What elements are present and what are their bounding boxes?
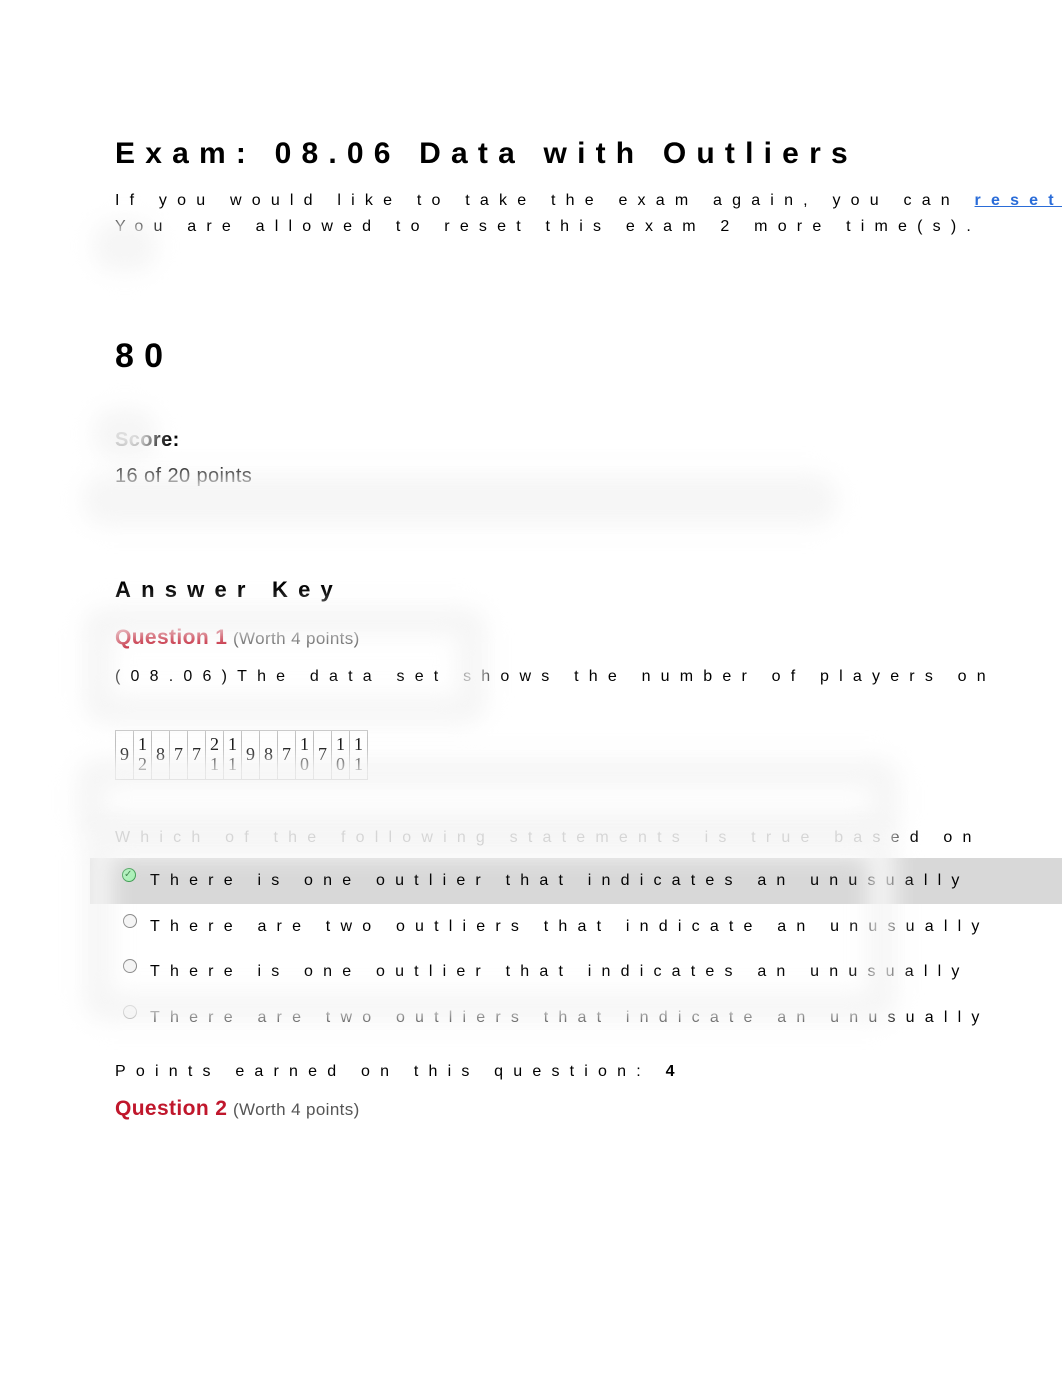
points-value: 4: [666, 1063, 685, 1080]
data-cell: 11: [224, 730, 242, 779]
question-1-which: Which of the following statements is tru…: [115, 825, 1062, 851]
answer-option[interactable]: There are two outliers that indicate an …: [115, 904, 1062, 950]
data-cell: 9: [116, 730, 134, 779]
data-cell: 11: [350, 730, 368, 779]
radio-icon: [123, 959, 137, 973]
score-points: 16 of 20 points: [115, 460, 1062, 492]
data-cell: 12: [134, 730, 152, 779]
score-percent: 80: [115, 329, 1062, 383]
data-cell: 7: [188, 730, 206, 779]
answer-text: There are two outliers that indicate an …: [150, 1009, 990, 1026]
data-cell: 8: [260, 730, 278, 779]
answer-key-heading: Answer Key: [115, 572, 1062, 607]
answer-text: There are two outliers that indicate an …: [150, 918, 990, 935]
reset-intro: If you would like to take the exam again…: [115, 188, 1062, 214]
question-1-number: Question 1: [115, 626, 227, 649]
question-2-worth: (Worth 4 points): [233, 1100, 360, 1119]
question-1-worth: (Worth 4 points): [233, 629, 360, 648]
question-1-prompt: (08.06)The data set shows the number of …: [115, 664, 1062, 690]
question-1-points-earned: Points earned on this question: 4: [115, 1059, 1062, 1085]
reset-exam-link[interactable]: reset the exam now: [975, 192, 1062, 209]
reset-prefix: If you would like to take the exam again…: [115, 192, 975, 209]
answer-text: There is one outlier that indicates an u…: [150, 872, 970, 889]
data-cell: 21: [206, 730, 224, 779]
radio-icon: [123, 914, 137, 928]
data-cell: 10: [296, 730, 314, 779]
answer-text: There is one outlier that indicates an u…: [150, 963, 970, 980]
data-cell: 7: [170, 730, 188, 779]
question-1-answers: There is one outlier that indicates an u…: [115, 858, 1062, 1040]
question-2-number: Question 2: [115, 1097, 227, 1120]
answer-option[interactable]: There are two outliers that indicate an …: [115, 995, 1062, 1041]
question-2-header: Question 2 (Worth 4 points): [115, 1092, 1062, 1126]
question-1-data-table: 91287721119871071011: [115, 730, 1062, 780]
question-1-header: Question 1 (Worth 4 points): [115, 621, 1062, 655]
score-label: Score:: [115, 424, 1062, 456]
answer-option[interactable]: There is one outlier that indicates an u…: [90, 858, 1062, 904]
data-cell: 9: [242, 730, 260, 779]
points-label: Points earned on this question:: [115, 1063, 651, 1080]
reset-remaining: You are allowed to reset this exam 2 mor…: [115, 214, 1062, 240]
data-cell: 7: [278, 730, 296, 779]
data-cell: 7: [314, 730, 332, 779]
page-title: Exam: 08.06 Data with Outliers: [115, 130, 1062, 178]
radio-icon: [122, 868, 136, 882]
answer-option[interactable]: There is one outlier that indicates an u…: [115, 949, 1062, 995]
radio-icon: [123, 1005, 137, 1019]
data-cell: 8: [152, 730, 170, 779]
data-cell: 10: [332, 730, 350, 779]
